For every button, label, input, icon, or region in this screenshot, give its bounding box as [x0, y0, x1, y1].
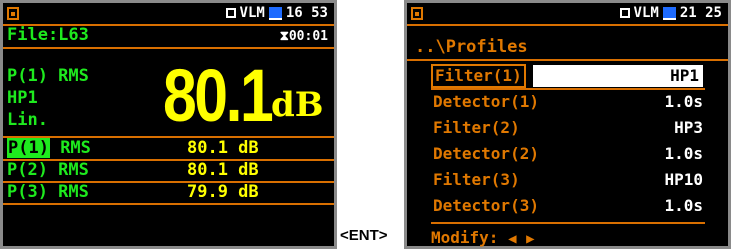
enter-key-label: <ENT>	[340, 227, 388, 244]
menu-item-value: 1.0s	[664, 144, 703, 163]
menu-path-title: ..\Profiles	[415, 37, 528, 57]
vlm-label: VLM	[239, 5, 265, 21]
arrow-right-icon: ▶	[526, 231, 535, 247]
menu-item-detector-1[interactable]: Detector(1) 1.0s	[431, 91, 705, 113]
channel-name: P(1) RMS	[7, 66, 89, 86]
arrow-left-icon: ◀	[508, 231, 517, 247]
result-row: P(2) RMS 80.1 dB	[7, 160, 259, 180]
menu-item-value: 1.0s	[664, 92, 703, 111]
modify-label: Modify:	[431, 228, 499, 247]
menu-item-filter-1[interactable]: Filter(1) HP1	[431, 64, 705, 88]
status-indicators: VLM 16 53	[225, 5, 328, 21]
vlm-box-icon	[619, 8, 630, 18]
menu-item-detector-2[interactable]: Detector(2) 1.0s	[431, 143, 705, 165]
menu-item-filter-3[interactable]: Filter(3) HP10	[431, 169, 705, 191]
menu-item-value[interactable]: HP1	[533, 65, 703, 87]
divider	[431, 88, 705, 90]
result-row: P(1) RMS 80.1 dB	[7, 138, 259, 158]
menu-item-label: Detector(1)	[433, 92, 539, 111]
menu-item-label: Filter(3)	[433, 170, 520, 189]
menu-item-value: HP3	[674, 118, 703, 137]
result-row: P(3) RMS 79.9 dB	[7, 182, 259, 202]
menu-item-value: 1.0s	[664, 196, 703, 215]
main-reading: 80.1	[163, 54, 274, 137]
vlm-label: VLM	[633, 5, 659, 21]
battery-icon	[7, 7, 19, 20]
divider	[407, 59, 728, 61]
menu-item-label: Detector(3)	[433, 196, 539, 215]
result-name: P(3) RMS	[7, 182, 89, 202]
title-bar: VLM 21 25	[407, 3, 728, 25]
vlm-box-icon	[225, 8, 236, 18]
meter-screen-measurement: VLM 16 53 File:L63 ⧗00:01 P(1) RMS HP1 L…	[0, 0, 337, 249]
status-indicators: VLM 21 25	[619, 5, 722, 21]
modify-hint: Modify: ◀ ▶	[431, 228, 535, 247]
menu-item-filter-2[interactable]: Filter(2) HP3	[431, 117, 705, 139]
channel-info: P(1) RMS HP1 Lin.	[7, 65, 89, 131]
memory-icon	[268, 6, 282, 20]
result-value: 79.9 dB	[187, 182, 259, 202]
menu-item-value: HP10	[664, 170, 703, 189]
menu-item-label: Filter(1)	[431, 64, 526, 88]
divider	[407, 24, 728, 26]
result-name: P(2) RMS	[7, 160, 89, 180]
main-reading-unit: dB	[271, 85, 324, 125]
battery-icon	[411, 7, 423, 20]
result-name: P(1) RMS	[7, 138, 91, 158]
clock: 16 53	[285, 5, 328, 21]
channel-filter: HP1	[7, 88, 38, 108]
channel-weighting: Lin.	[7, 110, 48, 130]
menu-item-detector-3[interactable]: Detector(3) 1.0s	[431, 195, 705, 217]
meter-screen-profiles: VLM 21 25 ..\Profiles Filter(1) HP1 Dete…	[404, 0, 731, 249]
menu-item-label: Detector(2)	[433, 144, 539, 163]
elapsed-time: ⧗00:01	[279, 29, 328, 44]
result-value: 80.1 dB	[187, 160, 259, 180]
clock: 21 25	[679, 5, 722, 21]
result-value: 80.1 dB	[187, 138, 259, 158]
divider	[431, 222, 705, 224]
menu-item-label: Filter(2)	[433, 118, 520, 137]
divider	[3, 203, 334, 205]
file-label: File:L63	[7, 25, 89, 45]
divider	[3, 47, 334, 49]
memory-icon	[662, 6, 676, 20]
title-bar: VLM 16 53	[3, 3, 334, 25]
